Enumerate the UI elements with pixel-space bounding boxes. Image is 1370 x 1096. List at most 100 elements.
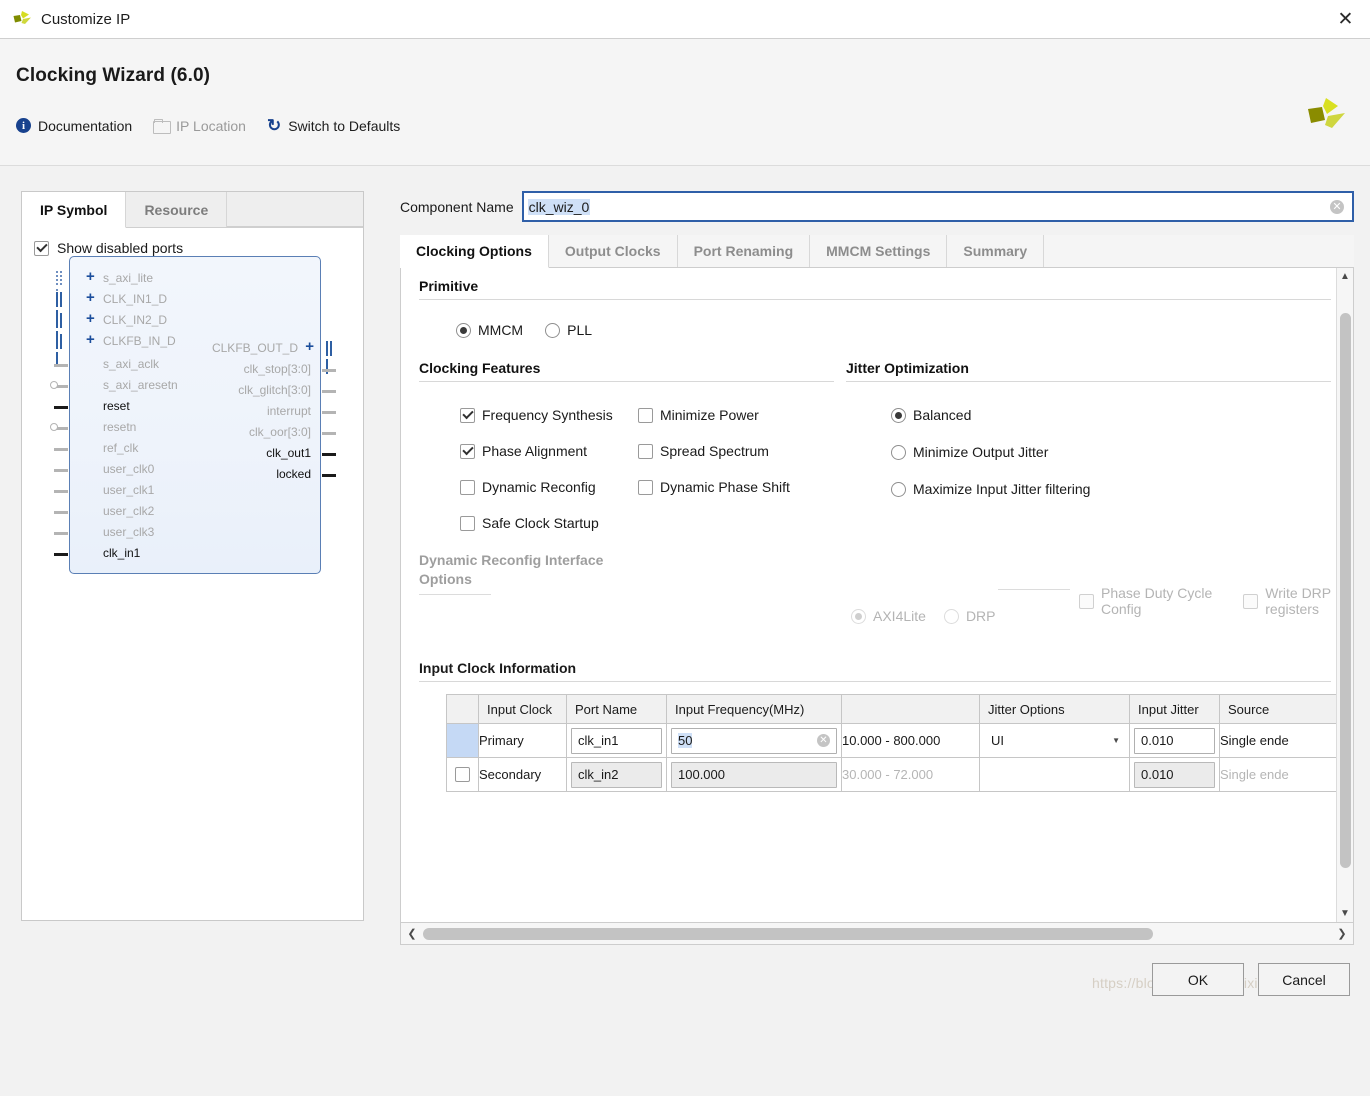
port-ref-clk: ref_clk [103,441,139,455]
scroll-right-icon[interactable]: ❯ [1331,927,1353,940]
radio-pll[interactable] [545,322,561,338]
tab-clocking-options[interactable]: Clocking Options [400,235,549,268]
documentation-label: Documentation [38,117,133,134]
scroll-up-icon[interactable]: ▲ [1337,268,1353,285]
vertical-scrollbar-thumb[interactable] [1340,313,1351,868]
checkbox-phase-duty-cycle-config [1079,593,1094,609]
tab-ip-symbol[interactable]: IP Symbol [22,192,127,228]
feature-frequency-synthesis[interactable]: Frequency Synthesis [460,407,638,423]
row-primary-jitter-options-select[interactable]: UI ▼ [983,727,1126,754]
ok-button[interactable]: OK [1152,963,1244,996]
checkbox-minimize-power[interactable] [638,407,653,423]
input-clock-table: Input Clock Port Name Input Frequency(MH… [446,694,1352,792]
checkbox-secondary-enable[interactable] [455,767,470,782]
input-clock-information-title: Input Clock Information [419,660,577,676]
bus-marker [56,292,66,325]
scroll-down-icon[interactable]: ▼ [1337,905,1353,922]
expand-icon[interactable]: + [305,339,314,354]
table-header-row: Input Clock Port Name Input Frequency(MH… [446,694,1352,724]
tab-resource[interactable]: Resource [126,192,228,227]
checkbox-dynamic-reconfig[interactable] [460,479,475,495]
bus-marker [326,341,336,374]
table-row[interactable]: Primary clk_in1 50 ✕ 10.000 - 800.000 UI… [446,723,1352,758]
primitive-mmcm-label: MMCM [478,322,524,338]
show-disabled-ports-checkbox[interactable] [34,240,49,256]
cancel-button[interactable]: Cancel [1258,963,1350,996]
row-secondary-jitter-options-select [983,761,1126,788]
switch-to-defaults-link[interactable]: ↻ Switch to Defaults [267,117,400,134]
horizontal-scrollbar-track[interactable] [423,927,1331,940]
dynamic-reconfig-title: Dynamic Reconfig Interface Options [419,551,619,589]
checkbox-safe-clock-startup[interactable] [460,515,475,531]
table-row[interactable]: Secondary clk_in2 100.000 30.000 - 72.00… [446,757,1352,792]
checkbox-dynamic-phase-shift[interactable] [638,479,653,495]
radio-drp [943,608,959,624]
jitter-minimize-output-option[interactable]: Minimize Output Jitter [891,444,1331,460]
tab-mmcm-settings[interactable]: MMCM Settings [810,235,948,267]
jitter-balanced-option[interactable]: Balanced [891,407,1331,423]
expand-icon[interactable]: + [86,290,95,305]
feature-safe-clock-startup[interactable]: Safe Clock Startup [460,515,638,531]
checkbox-frequency-synthesis[interactable] [460,407,475,423]
row-primary-frequency-cell[interactable]: 50 ✕ [666,723,842,758]
port-locked: locked [276,467,311,481]
col-input-clock: Input Clock [478,694,567,724]
feature-minimize-power[interactable]: Minimize Power [638,407,834,423]
clear-icon[interactable]: ✕ [1330,199,1344,214]
col-source: Source [1219,694,1352,724]
col-input-frequency: Input Frequency(MHz) [666,694,842,724]
jitter-maximize-input-option[interactable]: Maximize Input Jitter filtering [891,481,1331,497]
horizontal-scrollbar[interactable]: ❮ ❯ [400,923,1354,945]
primitive-mmcm-option[interactable]: MMCM [456,322,523,338]
dialog-body: IP Symbol Resource Show disabled ports +… [0,166,1370,1004]
pin-marker [54,448,68,451]
documentation-link[interactable]: i Documentation [16,118,132,134]
radio-balanced[interactable] [891,407,906,423]
horizontal-scrollbar-thumb[interactable] [423,927,1153,940]
feature-phase-alignment[interactable]: Phase Alignment [460,443,638,459]
row-secondary-frequency-value: 100.000 [678,767,725,782]
port-clk-stop: clk_stop[3:0] [243,362,311,376]
feature-dynamic-reconfig[interactable]: Dynamic Reconfig [460,479,638,495]
row-primary-frequency-input[interactable]: 50 ✕ [671,727,837,754]
show-disabled-ports-row[interactable]: Show disabled ports [22,228,363,256]
vertical-scrollbar[interactable]: ▲ ▼ [1336,268,1353,922]
expand-icon[interactable]: + [86,332,95,347]
expand-icon[interactable]: + [86,311,95,326]
feature-dynamic-phase-shift[interactable]: Dynamic Phase Shift [638,479,834,495]
checkbox-spread-spectrum[interactable] [638,443,653,459]
col-range [841,694,980,724]
component-name-input[interactable]: clk_wiz_0 ✕ [521,191,1354,222]
primitive-pll-option[interactable]: PLL [545,322,592,338]
xilinx-logo-icon [1308,98,1345,128]
clear-icon[interactable]: ✕ [817,734,830,747]
row-primary-input-jitter-input[interactable]: 0.010 [1134,727,1215,754]
dialog-footer: OK Cancel [1152,963,1350,996]
checkbox-phase-alignment[interactable] [460,443,475,459]
radio-minimize-output-jitter[interactable] [891,444,906,460]
row-primary-port-name-cell[interactable]: clk_in1 [566,723,667,758]
radio-maximize-input-jitter[interactable] [891,481,906,497]
close-icon[interactable]: ✕ [1321,0,1370,39]
tab-mmcm-settings-label: MMCM Settings [826,243,931,259]
tab-summary[interactable]: Summary [947,235,1045,267]
dynamic-reconfig-title-line1: Dynamic Reconfig Interface [419,552,604,568]
row-primary-port-name-input[interactable]: clk_in1 [571,727,662,754]
tab-port-renaming[interactable]: Port Renaming [677,235,811,267]
row-primary-select-cell[interactable] [446,723,479,758]
jitter-optimization-group: Jitter Optimization Balanced Minimize Ou… [846,360,1331,531]
clocking-features-title: Clocking Features [419,360,541,376]
row-secondary-select-cell[interactable] [446,757,479,792]
ip-location-link[interactable]: IP Location [153,118,246,134]
pin-marker [322,390,336,393]
row-primary-jitter-options-cell[interactable]: UI ▼ [979,723,1130,758]
show-disabled-ports-label: Show disabled ports [57,240,184,256]
feature-spread-spectrum[interactable]: Spread Spectrum [638,443,834,459]
tab-output-clocks[interactable]: Output Clocks [548,235,678,267]
feature-phase-alignment-label: Phase Alignment [482,443,588,459]
expand-icon[interactable]: + [86,269,95,284]
row-primary-input-jitter-cell[interactable]: 0.010 [1129,723,1220,758]
scroll-left-icon[interactable]: ❮ [401,927,423,940]
feature-minimize-power-label: Minimize Power [660,407,759,423]
radio-mmcm[interactable] [456,322,471,338]
